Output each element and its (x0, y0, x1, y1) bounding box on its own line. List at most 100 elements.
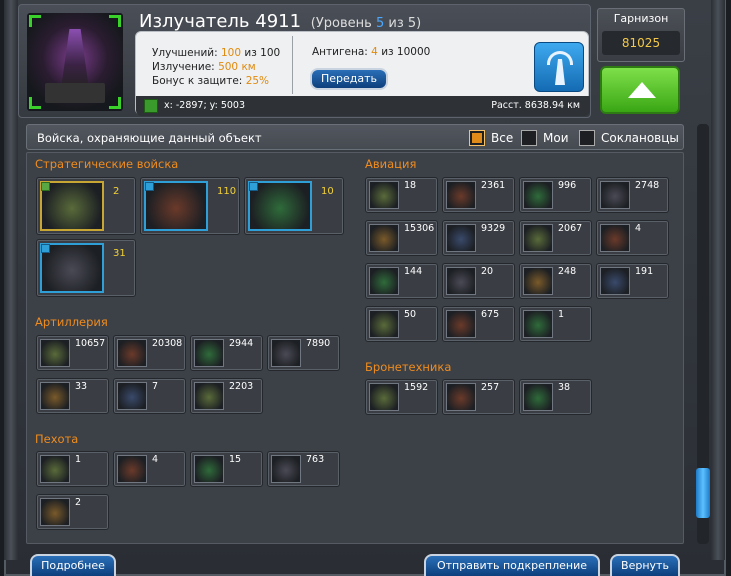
unit-card[interactable]: 191 (596, 263, 669, 299)
unit-card[interactable]: 2067 (519, 220, 592, 256)
unit-card[interactable]: 15 (190, 451, 263, 487)
unit-portrait (369, 181, 399, 209)
unit-card[interactable]: 18 (365, 177, 438, 213)
unit-count: 15306 (404, 223, 435, 234)
section-armor: Бронетехника (365, 360, 452, 374)
checkbox-all[interactable] (469, 130, 485, 146)
unit-card[interactable]: 31 (36, 239, 136, 297)
unit-portrait (117, 339, 147, 367)
signal-tower-button[interactable] (534, 42, 584, 92)
troops-panel: Стратегические войска Артиллерия Пехота … (26, 152, 684, 544)
unit-count: 10 (321, 186, 334, 197)
unit-card[interactable]: 20 (442, 263, 515, 299)
upgrade-button[interactable] (600, 66, 680, 114)
unit-count: 38 (558, 382, 571, 393)
page-title: Излучатель 4911 (Уровень 5 из 5) (139, 11, 421, 32)
filter-clan[interactable]: Соклановцы (579, 129, 679, 147)
unit-card[interactable]: 7 (113, 378, 186, 414)
return-button[interactable]: Вернуть (610, 554, 680, 576)
upgrades-of: из 100 (244, 47, 281, 59)
unit-card[interactable]: 1 (519, 306, 592, 342)
unit-portrait (523, 224, 553, 252)
filter-all-label: Все (491, 131, 514, 145)
unit-portrait (446, 267, 476, 295)
info-panel: Улучшений: 100 из 100 Излучение: 500 км … (135, 31, 590, 116)
unit-card[interactable]: 15306 (365, 220, 438, 256)
unit-card[interactable]: 110 (140, 177, 240, 235)
unit-card[interactable]: 33 (36, 378, 109, 414)
unit-card[interactable]: 763 (267, 451, 340, 487)
unit-portrait (369, 267, 399, 295)
filter-clan-label: Соклановцы (601, 131, 679, 145)
unit-count: 20308 (152, 338, 183, 349)
unit-card[interactable]: 1 (36, 451, 109, 487)
unit-card[interactable]: 2 (36, 494, 109, 530)
unit-card[interactable]: 10 (244, 177, 344, 235)
unit-card[interactable]: 2 (36, 177, 136, 235)
defense-label: Бонус к защите: (152, 75, 243, 87)
filter-mine[interactable]: Мои (521, 129, 569, 147)
corner-mark (29, 97, 41, 109)
unit-count: 7 (152, 381, 159, 392)
unit-portrait (271, 339, 301, 367)
unit-count: 15 (229, 454, 242, 465)
unit-card[interactable]: 2944 (190, 335, 263, 371)
unit-portrait (523, 267, 553, 295)
checkbox-clan[interactable] (579, 130, 595, 146)
level-prefix: (Уровень (310, 16, 376, 31)
unit-card[interactable]: 4 (596, 220, 669, 256)
unit-card[interactable]: 38 (519, 379, 592, 415)
section-artillery: Артиллерия (35, 315, 108, 329)
upgrades-label: Улучшений: (152, 47, 218, 59)
unit-count: 257 (481, 382, 500, 393)
unit-portrait (194, 382, 224, 410)
unit-card[interactable]: 257 (442, 379, 515, 415)
filter-mine-label: Мои (543, 131, 569, 145)
unit-portrait (369, 224, 399, 252)
unit-portrait (40, 382, 70, 410)
garrison-box: Гарнизон 81025 (597, 8, 685, 62)
unit-card[interactable]: 9329 (442, 220, 515, 256)
unit-count: 1 (75, 454, 82, 465)
unit-count: 50 (404, 309, 417, 320)
unit-portrait (40, 339, 70, 367)
unit-portrait (600, 224, 630, 252)
unit-portrait (600, 181, 630, 209)
unit-portrait (271, 455, 301, 483)
level-value: 5 (375, 16, 385, 31)
unit-count: 4 (152, 454, 159, 465)
filter-all[interactable]: Все (469, 129, 513, 147)
unit-card[interactable]: 675 (442, 306, 515, 342)
unit-card[interactable]: 4 (113, 451, 186, 487)
unit-card[interactable]: 10657 (36, 335, 109, 371)
unit-count: 144 (404, 266, 423, 277)
unit-count: 110 (217, 186, 237, 197)
unit-card[interactable]: 2203 (190, 378, 263, 414)
emitter-base (45, 83, 105, 103)
unit-card[interactable]: 996 (519, 177, 592, 213)
map-icon[interactable] (144, 99, 158, 113)
scrollbar-thumb[interactable] (696, 468, 710, 518)
unit-portrait (446, 224, 476, 252)
unit-card[interactable]: 2361 (442, 177, 515, 213)
unit-count: 248 (558, 266, 577, 277)
unit-count: 10657 (75, 338, 106, 349)
unit-card[interactable]: 144 (365, 263, 438, 299)
unit-card[interactable]: 2748 (596, 177, 669, 213)
location-bar: x: -2897; y: 5003 Расст. 8638.94 км (136, 96, 590, 116)
unit-count: 1 (558, 309, 565, 320)
send-reinforcement-button[interactable]: Отправить подкрепление (424, 554, 600, 576)
upgrades-value: 100 (221, 47, 242, 59)
coordinates[interactable]: x: -2897; y: 5003 (164, 100, 245, 111)
unit-card[interactable]: 20308 (113, 335, 186, 371)
unit-card[interactable]: 1592 (365, 379, 438, 415)
checkbox-mine[interactable] (521, 130, 537, 146)
unit-count: 20 (481, 266, 494, 277)
transfer-button[interactable]: Передать (310, 68, 388, 90)
details-button[interactable]: Подробнее (30, 554, 116, 576)
unit-card[interactable]: 50 (365, 306, 438, 342)
unit-count: 2067 (558, 223, 583, 234)
unit-card[interactable]: 248 (519, 263, 592, 299)
unit-card[interactable]: 7890 (267, 335, 340, 371)
unit-count: 2944 (229, 338, 254, 349)
